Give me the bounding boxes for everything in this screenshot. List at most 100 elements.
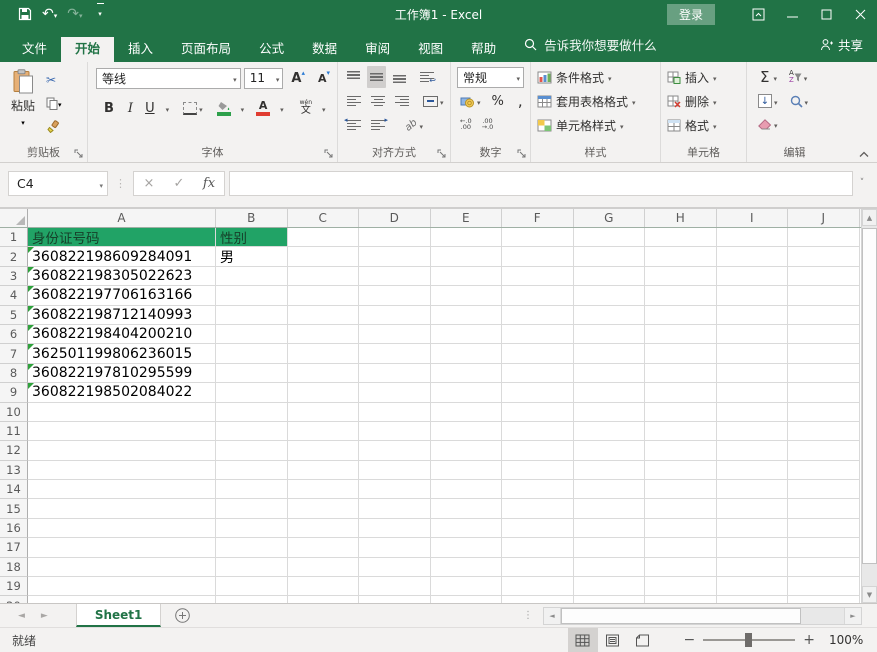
cell-I8[interactable] <box>717 364 789 383</box>
vertical-scroll-thumb[interactable] <box>862 228 877 564</box>
cell-D8[interactable] <box>359 364 431 383</box>
cell-D17[interactable] <box>359 538 431 557</box>
cell-B9[interactable] <box>216 383 288 402</box>
undo-button[interactable]: ↶ <box>38 3 61 25</box>
cell-D18[interactable] <box>359 558 431 577</box>
shrink-font-button[interactable]: A▾ <box>313 67 335 89</box>
phonetic-dropdown[interactable] <box>317 97 329 119</box>
cell-E7[interactable] <box>431 344 503 363</box>
cell-I16[interactable] <box>717 519 789 538</box>
insert-function-button[interactable]: fx <box>194 176 224 191</box>
cell-E10[interactable] <box>431 403 503 422</box>
cell-C5[interactable] <box>288 306 360 325</box>
cell-A16[interactable] <box>28 519 216 538</box>
cell-D14[interactable] <box>359 480 431 499</box>
cell-B3[interactable] <box>216 267 288 286</box>
cell-J15[interactable] <box>788 499 860 518</box>
cell-F19[interactable] <box>502 577 574 596</box>
cell-C9[interactable] <box>288 383 360 402</box>
cell-I1[interactable] <box>717 228 789 247</box>
cell-D6[interactable] <box>359 325 431 344</box>
cell-E12[interactable] <box>431 441 503 460</box>
cell-J6[interactable] <box>788 325 860 344</box>
zoom-level[interactable]: 100% <box>823 633 877 647</box>
column-header-C[interactable]: C <box>288 209 360 227</box>
zoom-slider-track[interactable] <box>703 639 795 641</box>
underline-dropdown[interactable] <box>161 97 173 119</box>
cell-H17[interactable] <box>645 538 717 557</box>
cell-A13[interactable] <box>28 461 216 480</box>
cancel-entry-button[interactable]: × <box>134 176 164 191</box>
cell-H12[interactable] <box>645 441 717 460</box>
cell-H13[interactable] <box>645 461 717 480</box>
tab-insert[interactable]: 插入 <box>114 37 167 63</box>
row-header-16[interactable]: 16 <box>0 519 28 538</box>
cell-J20[interactable] <box>788 596 860 603</box>
cell-G8[interactable] <box>574 364 646 383</box>
cell-F20[interactable] <box>502 596 574 603</box>
cell-C14[interactable] <box>288 480 360 499</box>
cell-F5[interactable] <box>502 306 574 325</box>
cell-G10[interactable] <box>574 403 646 422</box>
orientation-button[interactable]: ab <box>402 114 426 136</box>
cell-J17[interactable] <box>788 538 860 557</box>
cell-B6[interactable] <box>216 325 288 344</box>
cell-A17[interactable] <box>28 538 216 557</box>
cell-C16[interactable] <box>288 519 360 538</box>
row-header-19[interactable]: 19 <box>0 577 28 596</box>
vertical-scrollbar[interactable]: ▲ ▼ <box>861 209 877 603</box>
cell-I3[interactable] <box>717 267 789 286</box>
font-family-select[interactable]: 等线 <box>96 68 241 89</box>
close-button[interactable] <box>843 0 877 28</box>
align-left-button[interactable] <box>344 90 364 112</box>
cell-E3[interactable] <box>431 267 503 286</box>
cell-D2[interactable] <box>359 247 431 266</box>
percent-style-button[interactable]: % <box>486 90 510 112</box>
clear-button[interactable] <box>755 113 781 135</box>
autosum-button[interactable]: Σ <box>755 66 780 88</box>
cell-I18[interactable] <box>717 558 789 577</box>
tab-review[interactable]: 审阅 <box>351 37 404 63</box>
increase-decimal-button[interactable]: ←.0.00 <box>457 113 475 135</box>
cell-A8[interactable]: 360822197810295599 <box>28 364 216 383</box>
cell-B5[interactable] <box>216 306 288 325</box>
row-header-7[interactable]: 7 <box>0 344 28 363</box>
cell-J19[interactable] <box>788 577 860 596</box>
row-header-11[interactable]: 11 <box>0 422 28 441</box>
cell-D9[interactable] <box>359 383 431 402</box>
increase-indent-button[interactable]: ▸ <box>368 114 388 136</box>
cell-I19[interactable] <box>717 577 789 596</box>
cell-J8[interactable] <box>788 364 860 383</box>
cell-G19[interactable] <box>574 577 646 596</box>
find-select-button[interactable] <box>787 90 812 112</box>
cell-C1[interactable] <box>288 228 360 247</box>
accounting-format-button[interactable] <box>457 90 484 112</box>
ribbon-display-options-button[interactable] <box>741 0 775 28</box>
row-header-1[interactable]: 1 <box>0 228 28 247</box>
row-header-12[interactable]: 12 <box>0 441 28 460</box>
number-dialog-launcher[interactable] <box>517 149 528 160</box>
cell-H14[interactable] <box>645 480 717 499</box>
cell-H18[interactable] <box>645 558 717 577</box>
row-header-4[interactable]: 4 <box>0 286 28 305</box>
cell-F16[interactable] <box>502 519 574 538</box>
cell-I10[interactable] <box>717 403 789 422</box>
cell-A15[interactable] <box>28 499 216 518</box>
scroll-down-arrow[interactable]: ▼ <box>862 586 877 603</box>
cell-C7[interactable] <box>288 344 360 363</box>
cell-H19[interactable] <box>645 577 717 596</box>
cell-D5[interactable] <box>359 306 431 325</box>
cell-A7[interactable]: 362501199806236015 <box>28 344 216 363</box>
cell-J10[interactable] <box>788 403 860 422</box>
cell-G15[interactable] <box>574 499 646 518</box>
cell-C18[interactable] <box>288 558 360 577</box>
tab-help[interactable]: 帮助 <box>457 37 510 63</box>
delete-cells-button[interactable]: 删除 <box>663 89 744 113</box>
row-header-14[interactable]: 14 <box>0 480 28 499</box>
cell-A20[interactable] <box>28 596 216 603</box>
cell-I11[interactable] <box>717 422 789 441</box>
scroll-right-arrow[interactable]: ► <box>844 608 861 624</box>
cell-H1[interactable] <box>645 228 717 247</box>
row-header-13[interactable]: 13 <box>0 461 28 480</box>
decrease-decimal-button[interactable]: .00→.0 <box>479 113 497 135</box>
